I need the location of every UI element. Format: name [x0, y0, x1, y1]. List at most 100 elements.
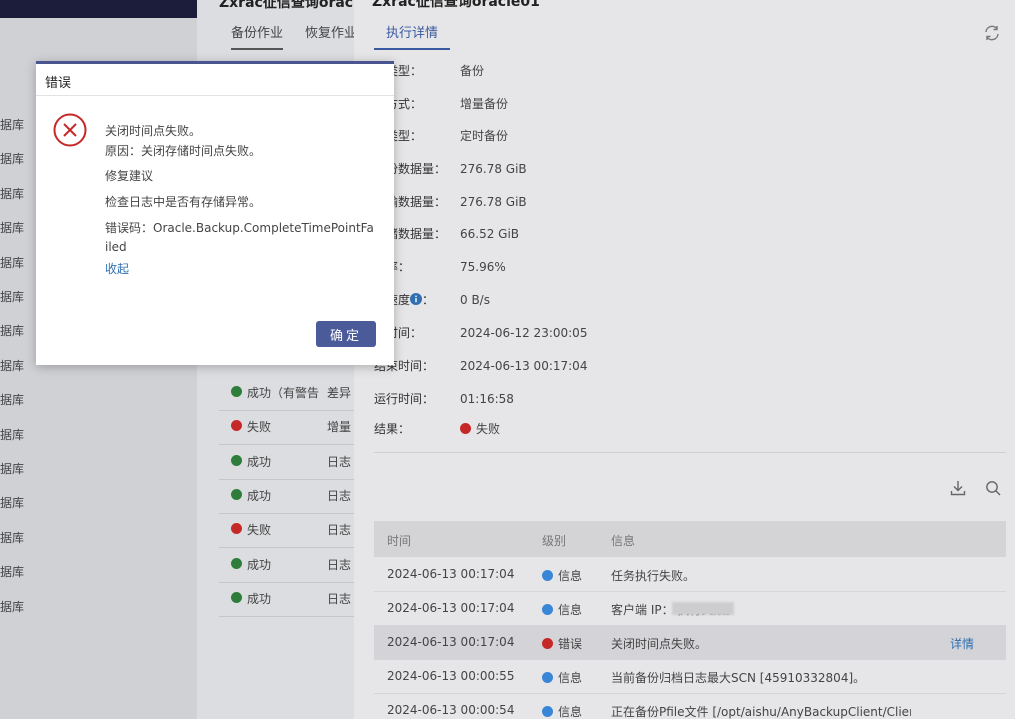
fix-suggestion-title: 修复建议 — [105, 169, 154, 183]
status-dot — [231, 420, 242, 431]
table-row[interactable]: 2024-06-13 00:17:04 信息 任务执行失败。 — [374, 557, 1006, 592]
job-type: 日志 — [327, 592, 352, 606]
search-icon[interactable] — [984, 479, 1002, 497]
list-item[interactable]: 据库 — [0, 598, 40, 615]
job-status: 失败 — [247, 523, 272, 537]
status-dot — [231, 386, 242, 397]
status-dot — [231, 592, 242, 603]
level-dot — [542, 672, 553, 683]
level-dot — [542, 638, 553, 649]
list-item[interactable]: 据库 — [0, 116, 40, 133]
list-item[interactable]: 据库 — [0, 391, 40, 408]
job-type: 增量 — [327, 420, 352, 434]
field-backup-kind: 份类型： 定时备份 — [374, 129, 509, 143]
list-item[interactable]: 据库 — [0, 150, 40, 167]
redacted-ip — [672, 602, 734, 615]
log-level: 信息 — [542, 601, 582, 618]
error-circle-icon — [53, 113, 87, 147]
table-row[interactable]: 成功 日志 — [219, 548, 354, 583]
job-status: 成功 — [247, 489, 272, 503]
status-dot — [231, 558, 242, 569]
level-dot — [542, 706, 553, 717]
level-dot — [542, 604, 553, 615]
log-time: 2024-06-13 00:17:04 — [387, 567, 515, 581]
table-row[interactable]: 失败 增量 — [219, 410, 354, 445]
result-dot — [460, 423, 471, 434]
tab-backup-jobs[interactable]: 备份作业 — [231, 22, 284, 50]
log-message: 任务执行失败。 — [611, 569, 696, 583]
error-code: 错误码：Oracle.Backup.CompleteTimePointFaile… — [105, 221, 374, 254]
list-item[interactable]: 据库 — [0, 460, 40, 477]
tab-restore-jobs[interactable]: 恢复作业 — [305, 22, 354, 41]
column-header-message[interactable]: 信息 — [611, 532, 635, 549]
log-table-header: 时间 级别 信息 — [374, 521, 1006, 557]
list-item[interactable]: 据库 — [0, 322, 40, 339]
table-row[interactable]: 2024-06-13 00:00:55 信息 当前备份归档日志最大SCN [45… — [374, 659, 1006, 694]
field-start-time: 始时间： 2024-06-12 23:00:05 — [374, 326, 588, 340]
collapse-link[interactable]: 收起 — [105, 260, 377, 279]
error-dialog: 错误 关闭时间点失败。 原因：关闭存储时间点失败。 修复建议 检查日志中是否有存… — [36, 61, 394, 365]
dialog-title: 错误 — [45, 76, 72, 91]
log-time: 2024-06-13 00:00:55 — [387, 669, 515, 683]
list-item[interactable]: 据库 — [0, 254, 40, 271]
log-level: 信息 — [542, 567, 582, 584]
column-header-time[interactable]: 时间 — [387, 532, 411, 549]
divider — [374, 452, 1006, 453]
field-backup-method: 份方式： 增量备份 — [374, 97, 509, 111]
job-status: 成功 — [247, 592, 272, 606]
log-level: 错误 — [542, 635, 582, 652]
list-item[interactable]: 据库 — [0, 563, 40, 580]
field-result: 结果： 失败 — [374, 422, 501, 436]
log-time: 2024-06-13 00:17:04 — [387, 635, 515, 649]
field-end-time: 结束时间： 2024-06-13 00:17:04 — [374, 359, 588, 373]
download-icon[interactable] — [949, 479, 967, 497]
field-storage-data: 存储数据量： 66.52 GiB — [374, 227, 520, 241]
level-dot — [542, 570, 553, 581]
refresh-icon[interactable] — [983, 24, 1001, 42]
log-time: 2024-06-13 00:17:04 — [387, 601, 515, 615]
table-row[interactable]: 成功（有警告 差异 — [219, 376, 354, 411]
list-item[interactable]: 据库 — [0, 288, 40, 305]
list-item[interactable]: 据库 — [0, 357, 40, 374]
job-status: 失败 — [247, 420, 272, 434]
log-level: 信息 — [542, 703, 582, 719]
job-type: 日志 — [327, 489, 352, 503]
list-item[interactable]: 据库 — [0, 185, 40, 202]
status-dot — [231, 523, 242, 534]
list-item[interactable]: 据库 — [0, 426, 40, 443]
log-message: 关闭时间点失败。 — [611, 637, 708, 651]
field-backup-data: 备份数据量： 276.78 GiB — [374, 162, 527, 176]
column-header-level[interactable]: 级别 — [542, 532, 566, 549]
field-transfer-data: 传输数据量： 276.78 GiB — [374, 195, 527, 209]
detail-link[interactable]: 详情 — [950, 635, 974, 652]
field-run-time: 运行时间： 01:16:58 — [374, 392, 514, 406]
info-icon[interactable] — [410, 293, 423, 305]
table-row[interactable]: 成功 日志 — [219, 582, 354, 617]
fix-suggestion: 检查日志中是否有存储异常。 — [105, 195, 262, 209]
table-row[interactable]: 成功 日志 — [219, 479, 354, 514]
status-dot — [231, 455, 242, 466]
status-dot — [231, 489, 242, 500]
execution-detail-panel: Zxrac征信查询oracle01 执行详情 业类型： 备份 份方式： 增量备份 份… — [354, 0, 1015, 719]
job-status: 成功（有警告 — [247, 386, 320, 400]
job-status: 成功 — [247, 455, 272, 469]
list-item[interactable]: 据库 — [0, 494, 40, 511]
table-row[interactable]: 2024-06-13 00:17:04 信息 客户端 IP： 执行失败。 — [374, 591, 1006, 626]
list-item[interactable]: 据库 — [0, 529, 40, 546]
job-list-title: Zxrac征信查询oracle0 — [219, 0, 354, 11]
table-row[interactable]: 失败 日志 — [219, 513, 354, 548]
tab-execution-detail[interactable]: 执行详情 — [374, 22, 451, 50]
list-item[interactable]: 据库 — [0, 219, 40, 236]
table-row[interactable]: 2024-06-13 00:00:54 信息 正在备份Pfile文件 [/opt… — [374, 693, 1006, 719]
job-type: 日志 — [327, 523, 352, 537]
top-bar — [0, 0, 197, 18]
dialog-header: 错误 — [36, 64, 394, 96]
confirm-button[interactable]: 确定 — [316, 321, 376, 347]
log-level: 信息 — [542, 669, 582, 686]
job-type: 日志 — [327, 558, 352, 572]
job-type: 差异 — [327, 386, 352, 400]
error-reason: 原因：关闭存储时间点失败。 — [105, 144, 262, 158]
table-row[interactable]: 成功 日志 — [219, 445, 354, 480]
table-row[interactable]: 2024-06-13 00:17:04 错误 关闭时间点失败。 详情 — [374, 625, 1006, 660]
log-message: 正在备份Pfile文件 [/opt/aishu/AnyBackupClient/… — [611, 705, 911, 719]
